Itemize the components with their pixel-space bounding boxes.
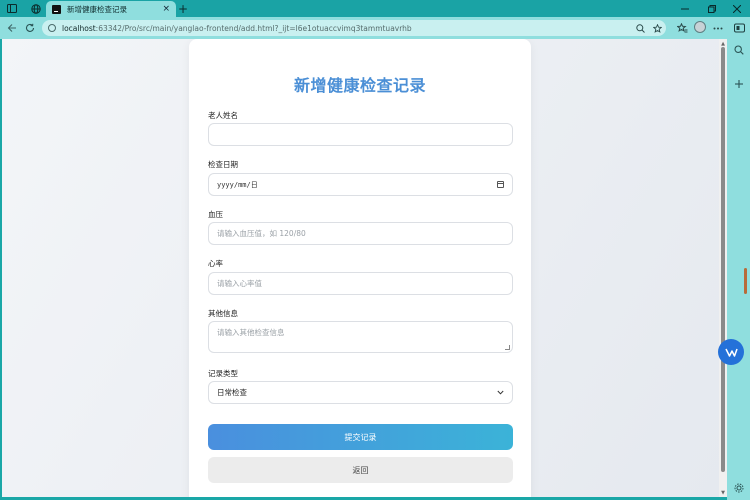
scroll-down-icon[interactable]: ▼ bbox=[719, 489, 727, 497]
submit-button[interactable]: 提交记录 bbox=[208, 424, 513, 450]
sidebar-icon[interactable] bbox=[5, 0, 19, 17]
url-host: localhost bbox=[62, 23, 96, 33]
record-type-select[interactable]: 日常检查 bbox=[208, 381, 513, 404]
address-bar[interactable]: localhost :63342/Pro/src/main/yanglao-fr… bbox=[42, 20, 666, 36]
bp-input[interactable]: 请输入血压值，如 120/80 bbox=[208, 222, 513, 245]
floating-assistant-button[interactable] bbox=[718, 339, 744, 365]
other-textarea[interactable]: 请输入其他检查信息 bbox=[208, 321, 513, 353]
browser-titlebar: 新增健康检查记录 × + bbox=[0, 0, 750, 17]
date-placeholder: yyyy/mm/日 bbox=[217, 180, 258, 189]
restore-icon[interactable] bbox=[699, 0, 725, 17]
name-label: 老人姓名 bbox=[208, 111, 238, 120]
minimize-icon[interactable] bbox=[672, 0, 698, 17]
refresh-icon[interactable] bbox=[22, 20, 38, 36]
tab-active[interactable]: 新增健康检查记录 × bbox=[46, 1, 176, 17]
site-info-icon[interactable] bbox=[48, 24, 56, 32]
favorites-icon[interactable] bbox=[674, 20, 690, 36]
star-icon[interactable] bbox=[653, 20, 662, 36]
type-label: 记录类型 bbox=[208, 369, 238, 378]
other-placeholder: 请输入其他检查信息 bbox=[217, 328, 285, 337]
back-button[interactable]: 返回 bbox=[208, 457, 513, 483]
page-viewport: 新增健康检查记录 老人姓名 检查日期 yyyy/mm/日 血压 请输入血压值，如… bbox=[2, 39, 719, 497]
window-close-icon[interactable] bbox=[724, 0, 750, 17]
avatar[interactable] bbox=[694, 21, 706, 33]
search-icon[interactable] bbox=[731, 42, 746, 57]
name-input[interactable] bbox=[208, 123, 513, 146]
date-input[interactable]: yyyy/mm/日 bbox=[208, 173, 513, 196]
hr-input[interactable]: 请输入心率值 bbox=[208, 272, 513, 295]
resize-handle-icon[interactable] bbox=[505, 345, 510, 350]
other-label: 其他信息 bbox=[208, 309, 238, 318]
tab-title: 新增健康检查记录 bbox=[67, 4, 127, 14]
jetbrains-icon bbox=[52, 4, 61, 14]
more-icon[interactable] bbox=[710, 20, 726, 36]
date-label: 检查日期 bbox=[208, 160, 238, 169]
scrollbar-thumb[interactable] bbox=[721, 47, 725, 472]
new-tab-button[interactable]: + bbox=[176, 0, 190, 17]
zoom-icon[interactable] bbox=[636, 20, 645, 36]
page-title: 新增健康检查记录 bbox=[293, 76, 426, 95]
record-type-value: 日常检查 bbox=[217, 388, 247, 397]
gear-icon[interactable] bbox=[731, 480, 746, 495]
close-icon[interactable]: × bbox=[162, 4, 170, 14]
back-arrow-icon[interactable] bbox=[4, 20, 20, 36]
plus-icon[interactable] bbox=[731, 76, 746, 91]
url-path: :63342/Pro/src/main/yanglao-frontend/add… bbox=[95, 23, 412, 33]
chevron-down-icon bbox=[497, 389, 504, 397]
copilot-icon[interactable] bbox=[731, 20, 747, 36]
hr-label: 心率 bbox=[208, 259, 223, 268]
sidebar-indicator bbox=[744, 268, 747, 294]
calendar-icon[interactable] bbox=[497, 181, 504, 188]
form-card: 新增健康检查记录 老人姓名 检查日期 yyyy/mm/日 血压 请输入血压值，如… bbox=[189, 39, 531, 497]
browser-toolbar: localhost :63342/Pro/src/main/yanglao-fr… bbox=[0, 17, 750, 39]
bp-label: 血压 bbox=[208, 210, 223, 219]
workspaces-icon[interactable] bbox=[29, 0, 43, 17]
